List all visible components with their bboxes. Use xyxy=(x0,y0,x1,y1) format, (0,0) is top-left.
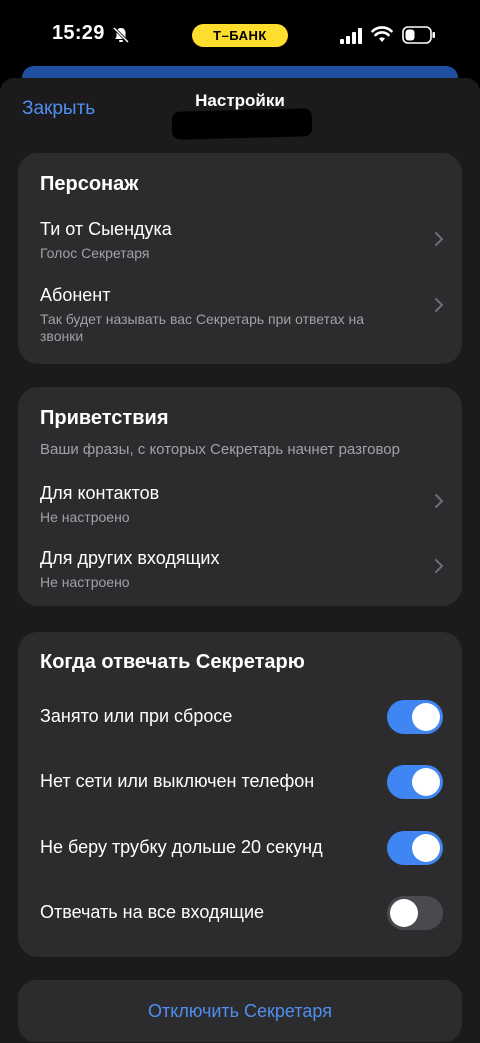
chevron-right-icon xyxy=(435,298,444,312)
toggle-row-all-calls: Отвечать на все входящие xyxy=(18,896,462,930)
status-bar: 15:29 Т–БАНК xyxy=(0,0,480,70)
toggle-label: Нет сети или выключен телефон xyxy=(40,771,315,791)
wifi-icon xyxy=(371,26,393,42)
bell-slash-icon xyxy=(112,26,130,44)
disable-secretary-button[interactable]: Отключить Секретаря xyxy=(18,980,462,1042)
persona-title: Персонаж xyxy=(40,173,139,195)
toggle-row-no-answer: Не беру трубку дольше 20 секунд xyxy=(18,831,462,865)
row-title: Для других входящих xyxy=(40,548,220,568)
toggle-knob xyxy=(412,703,440,731)
all-calls-toggle[interactable] xyxy=(387,896,443,930)
greeting-other-row[interactable]: Для других входящих Не настроено xyxy=(18,548,462,592)
toggle-knob xyxy=(390,899,418,927)
row-title: Ти от Сыендука xyxy=(40,219,172,239)
chevron-right-icon xyxy=(435,232,444,246)
greetings-card: Приветствия Ваши фразы, с которых Секрет… xyxy=(18,387,462,606)
row-subtitle: Не настроено xyxy=(40,509,130,525)
chevron-right-icon xyxy=(435,559,444,573)
redaction-mark xyxy=(171,108,313,140)
greeting-contacts-row[interactable]: Для контактов Не настроено xyxy=(18,483,462,527)
answer-rules-card: Когда отвечать Секретарю Занято или при … xyxy=(18,632,462,957)
greetings-subtitle: Ваши фразы, с которых Секретарь начнет р… xyxy=(40,441,400,458)
status-time: 15:29 xyxy=(52,22,105,44)
persona-card: Персонаж Ти от Сыендука Голос Секретаря … xyxy=(18,153,462,364)
settings-sheet: Закрыть Настройки Персонаж Ти от Сыендук… xyxy=(0,78,480,1043)
toggle-knob xyxy=(412,834,440,862)
row-subtitle: Не настроено xyxy=(40,574,130,590)
page-title: Настройки xyxy=(195,91,285,110)
greetings-title: Приветствия xyxy=(40,407,169,429)
carrier-badge: Т–БАНК xyxy=(192,24,288,47)
toggle-knob xyxy=(412,768,440,796)
no-answer-toggle[interactable] xyxy=(387,831,443,865)
toggle-label: Занято или при сбросе xyxy=(40,706,233,726)
battery-icon xyxy=(402,26,435,44)
toggle-label: Не беру трубку дольше 20 секунд xyxy=(40,837,323,857)
row-subtitle: Так будет называть вас Секретарь при отв… xyxy=(40,311,365,344)
toggle-label: Отвечать на все входящие xyxy=(40,902,265,922)
cellular-signal-icon xyxy=(340,28,362,44)
row-subtitle: Голос Секретаря xyxy=(40,245,150,261)
persona-subscriber-row[interactable]: Абонент Так будет называть вас Секретарь… xyxy=(18,285,462,351)
busy-toggle[interactable] xyxy=(387,700,443,734)
row-title: Абонент xyxy=(40,285,111,305)
no-network-toggle[interactable] xyxy=(387,765,443,799)
toggle-row-busy: Занято или при сбросе xyxy=(18,700,462,734)
toggle-row-no-network: Нет сети или выключен телефон xyxy=(18,765,462,799)
row-title: Для контактов xyxy=(40,483,160,503)
answer-rules-title: Когда отвечать Секретарю xyxy=(40,651,305,673)
persona-voice-row[interactable]: Ти от Сыендука Голос Секретаря xyxy=(18,219,462,275)
chevron-right-icon xyxy=(435,494,444,508)
